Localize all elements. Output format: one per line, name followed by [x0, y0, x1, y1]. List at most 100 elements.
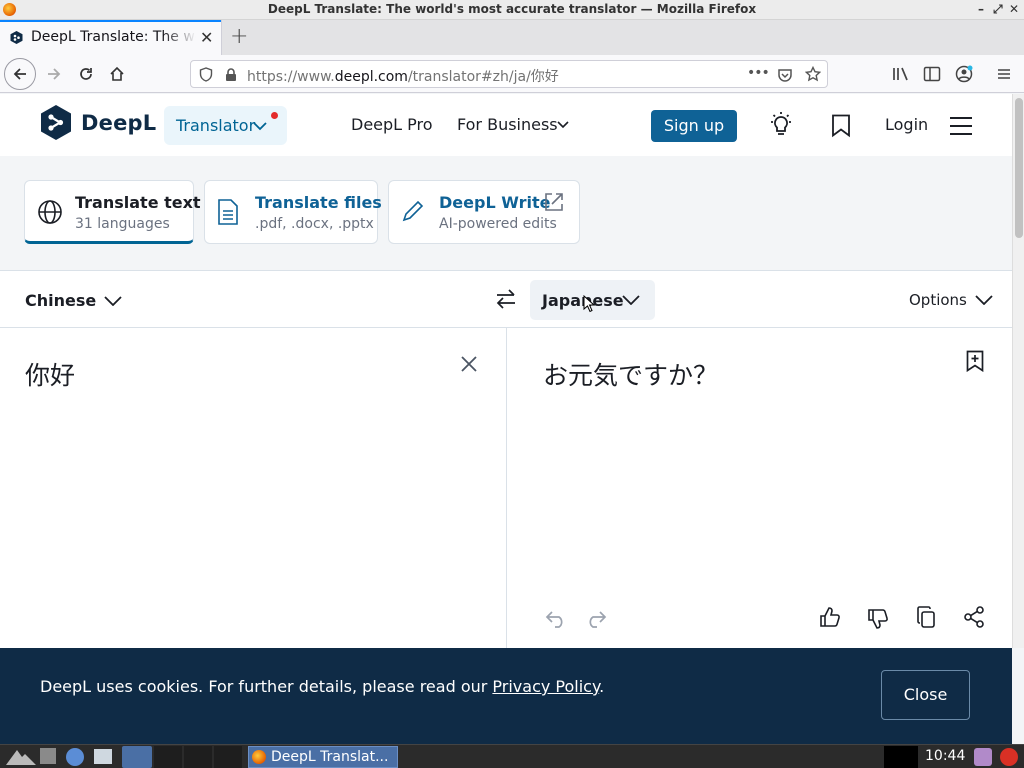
options-dropdown[interactable]: Options	[909, 291, 993, 309]
account-icon[interactable]	[955, 65, 973, 83]
cookie-message: DeepL uses cookies. For further details,…	[40, 677, 605, 696]
tab-translate-text[interactable]: Translate text 31 languages	[24, 180, 201, 244]
translator-label: Translator	[176, 116, 256, 135]
signup-button[interactable]: Sign up	[651, 110, 737, 142]
mode-title: Translate files	[255, 193, 382, 212]
options-label: Options	[909, 291, 967, 309]
share-icon[interactable]	[963, 606, 985, 628]
back-button[interactable]	[4, 58, 36, 90]
chevron-down-icon	[622, 295, 640, 305]
lightbulb-icon[interactable]	[768, 111, 794, 139]
menu-icon[interactable]	[996, 66, 1012, 82]
source-language-label: Chinese	[25, 291, 97, 310]
workspace-3[interactable]	[184, 746, 212, 768]
back-arrow-icon	[13, 68, 26, 80]
external-link-icon	[545, 193, 563, 211]
new-tab-icon[interactable]: +	[230, 24, 248, 49]
forward-button[interactable]	[40, 61, 68, 87]
hamburger-menu-icon[interactable]	[949, 116, 973, 136]
scrollbar-thumb[interactable]	[1015, 98, 1023, 238]
pocket-icon[interactable]	[777, 67, 793, 83]
save-translation-icon[interactable]	[966, 350, 984, 372]
tab-close-icon[interactable]: ✕	[200, 28, 213, 47]
globe-icon	[38, 200, 62, 224]
translation-output[interactable]: お元気ですか？	[543, 356, 718, 392]
workspace-2[interactable]	[154, 746, 182, 768]
url-text[interactable]: https://www.deepl.com/translator#zh/ja/你…	[247, 66, 559, 86]
reload-button[interactable]	[72, 61, 100, 87]
clock: 10:44	[925, 748, 966, 764]
taskbar-app-label: DeepL Translat...	[271, 749, 389, 765]
deepl-pro-link[interactable]: DeepL Pro	[351, 115, 433, 134]
page-scrollbar[interactable]	[1012, 94, 1024, 648]
for-business-link[interactable]: For Business	[457, 115, 558, 134]
privacy-policy-link[interactable]: Privacy Policy	[492, 677, 599, 696]
chevron-down-icon	[104, 295, 122, 306]
chevron-down-icon[interactable]	[557, 121, 569, 129]
file-manager-icon[interactable]	[40, 748, 56, 764]
page-actions-icon[interactable]: •••	[747, 65, 770, 81]
language-bar: Chinese Japanese Options	[0, 270, 1012, 328]
library-icon[interactable]	[892, 66, 910, 82]
translator-menu-button[interactable]: Translator	[164, 106, 287, 145]
source-text-input[interactable]: 你好	[25, 356, 75, 392]
deepl-favicon-icon	[10, 31, 23, 44]
tab-title: DeepL Translate: The world's most accura…	[31, 29, 196, 45]
tab-deepl-write[interactable]: DeepL Write AI-powered edits	[388, 180, 580, 244]
source-text-panel[interactable]: 你好	[0, 328, 507, 648]
tray-area	[884, 746, 918, 768]
forward-arrow-icon	[48, 68, 61, 80]
bookmark-star-icon[interactable]	[805, 66, 821, 82]
target-text-panel: お元気ですか？	[507, 328, 1012, 648]
deepl-logo-icon[interactable]	[40, 104, 72, 142]
site-header: DeepL Translator DeepL Pro For Business …	[0, 94, 1012, 156]
browser-tab[interactable]: DeepL Translate: The world's most accura…	[0, 20, 222, 55]
bookmark-icon[interactable]	[831, 114, 851, 138]
window-close-icon[interactable]: ✕	[1009, 2, 1019, 16]
redo-icon[interactable]	[585, 610, 607, 628]
clear-text-icon[interactable]	[461, 356, 477, 372]
tab-translate-files[interactable]: Translate files .pdf, .docx, .pptx	[204, 180, 382, 244]
browser-launcher-icon[interactable]	[66, 748, 84, 766]
shield-icon[interactable]	[199, 67, 213, 82]
source-language-select[interactable]: Chinese	[25, 291, 122, 310]
login-link[interactable]: Login	[885, 115, 928, 134]
workspace-4[interactable]	[214, 746, 242, 768]
workspace-1[interactable]	[122, 746, 152, 768]
power-icon[interactable]	[1000, 748, 1018, 766]
home-icon	[110, 66, 124, 81]
thumbs-down-icon[interactable]	[867, 608, 889, 630]
document-icon	[218, 199, 238, 225]
nav-toolbar: https://www.deepl.com/translator#zh/ja/你…	[0, 55, 1024, 93]
mode-title: Translate text	[75, 193, 201, 212]
thumbs-up-icon[interactable]	[819, 606, 841, 628]
minimize-icon[interactable]: –	[978, 2, 984, 16]
start-menu-icon[interactable]	[4, 748, 38, 766]
swap-languages-icon[interactable]	[495, 289, 517, 309]
url-bar[interactable]: https://www.deepl.com/translator#zh/ja/你…	[190, 60, 828, 88]
brand-name[interactable]: DeepL	[81, 111, 156, 135]
mouse-cursor-icon	[583, 295, 596, 313]
home-button[interactable]	[103, 61, 131, 87]
taskbar-firefox-window[interactable]: DeepL Translat...	[248, 746, 398, 768]
pencil-icon	[402, 200, 424, 222]
mode-subtitle: AI-powered edits	[439, 216, 557, 232]
undo-icon[interactable]	[545, 610, 567, 628]
lock-icon[interactable]	[225, 68, 237, 82]
cookie-close-button[interactable]: Close	[881, 670, 970, 720]
os-taskbar: DeepL Translat... 10:44	[0, 744, 1024, 768]
chevron-down-icon	[975, 295, 993, 305]
reload-icon	[80, 68, 92, 80]
window-titlebar: DeepL Translate: The world's most accura…	[0, 0, 1024, 20]
cookie-banner: DeepL uses cookies. For further details,…	[0, 648, 1012, 744]
chevron-down-icon	[253, 122, 267, 131]
mode-subtitle: .pdf, .docx, .pptx	[255, 216, 374, 232]
mode-subtitle: 31 languages	[75, 216, 170, 232]
maximize-icon[interactable]: ⤢	[993, 2, 1003, 17]
desktop-icon[interactable]	[94, 749, 112, 764]
copy-icon[interactable]	[916, 606, 936, 628]
notification-dot	[271, 112, 278, 119]
sidebar-icon[interactable]	[923, 66, 941, 82]
user-tray-icon[interactable]	[974, 748, 992, 766]
page-content: DeepL Translator DeepL Pro For Business …	[0, 94, 1012, 648]
